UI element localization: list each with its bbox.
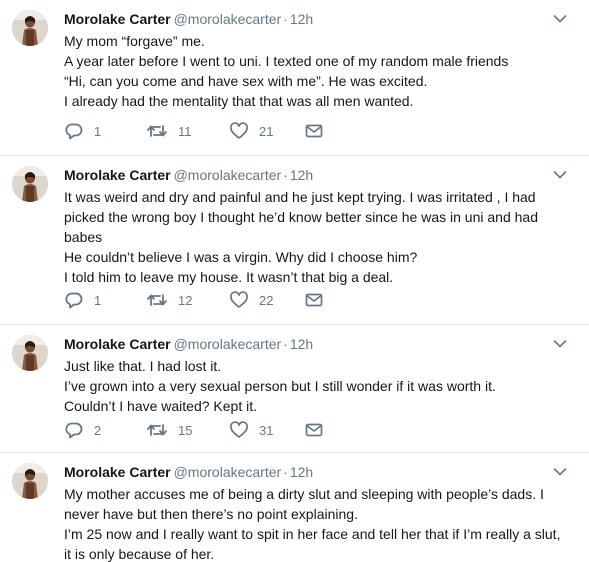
- direct-message-button[interactable]: [305, 420, 323, 440]
- tweet-text: It was weird and dry and painful and he …: [64, 187, 564, 287]
- retweet-icon: [147, 424, 167, 436]
- tweet-header: Morolake Carter @morolakecarter · 12h: [64, 166, 313, 184]
- tweet-text-line: He couldn’t believe I was a virgin. Why …: [64, 249, 418, 265]
- timestamp[interactable]: 12h: [290, 464, 313, 480]
- direct-message-button[interactable]: [305, 121, 323, 141]
- tweet[interactable]: Morolake Carter @morolakecarter · 12h Just …: [0, 325, 589, 453]
- heart-icon: [230, 291, 248, 308]
- tweet-text-line: Just like that. I had lost it.: [64, 358, 222, 374]
- reply-icon: [65, 422, 83, 439]
- avatar[interactable]: [12, 166, 48, 202]
- like-button[interactable]: 21: [229, 121, 273, 141]
- retweet-icon: [147, 294, 167, 306]
- envelope-icon: [305, 293, 323, 307]
- tweet-text: My mother accuses me of being a dirty sl…: [64, 484, 564, 562]
- reply-count: 1: [94, 123, 102, 139]
- tweet[interactable]: Morolake Carter @morolakecarter · 12h My mo…: [0, 453, 589, 562]
- separator-dot: ·: [283, 11, 288, 27]
- tweet-text-line: never have but then there’s no point exp…: [64, 506, 358, 522]
- tweet-header: Morolake Carter @morolakecarter · 12h: [64, 335, 313, 353]
- reply-button[interactable]: 1: [64, 121, 101, 141]
- avatar[interactable]: [12, 10, 48, 46]
- reply-count: 1: [94, 292, 102, 308]
- retweet-button[interactable]: 15: [146, 420, 192, 440]
- tweet-text-line: I already had the mentality that that wa…: [64, 93, 414, 109]
- retweet-count: 15: [178, 422, 193, 438]
- timestamp[interactable]: 12h: [290, 167, 313, 183]
- tweet-text-line: My mother accuses me of being a dirty sl…: [64, 486, 544, 502]
- heart-icon: [230, 421, 248, 438]
- tweet-text-line: My mom “forgave” me.: [64, 33, 205, 49]
- reply-button[interactable]: 1: [64, 290, 101, 310]
- tweet-text-line: it is only because of her.: [64, 546, 215, 562]
- tweet-header: Morolake Carter @morolakecarter · 12h: [64, 10, 313, 28]
- timestamp[interactable]: 12h: [290, 11, 313, 27]
- tweet-thread: Morolake Carter @morolakecarter · 12h My mo…: [0, 0, 589, 562]
- separator-dot: ·: [283, 167, 288, 183]
- tweet-text-line: I’ve grown into a very sexual person but…: [64, 378, 496, 394]
- author-name[interactable]: Morolake Carter: [64, 11, 171, 27]
- envelope-icon: [305, 423, 323, 437]
- tweet-text-line: “Hi, can you come and have sex with me”.…: [64, 73, 428, 89]
- avatar[interactable]: [12, 463, 48, 499]
- retweet-button[interactable]: 11: [146, 121, 192, 141]
- author-name[interactable]: Morolake Carter: [64, 464, 171, 480]
- separator-dot: ·: [283, 336, 288, 352]
- tweet[interactable]: Morolake Carter @morolakecarter · 12h It wa…: [0, 156, 589, 325]
- chevron-down-icon[interactable]: [553, 14, 567, 24]
- author-handle[interactable]: @morolakecarter: [174, 464, 282, 480]
- tweet-text-line: It was weird and dry and painful and he …: [64, 189, 536, 205]
- tweet-header: Morolake Carter @morolakecarter · 12h: [64, 463, 313, 481]
- tweet[interactable]: Morolake Carter @morolakecarter · 12h My mo…: [0, 0, 589, 156]
- tweet-text-line: Couldn’t I have waited? Kept it.: [64, 398, 258, 414]
- tweet-text-line: babes: [64, 229, 103, 245]
- direct-message-button[interactable]: [305, 290, 323, 310]
- envelope-icon: [305, 124, 323, 138]
- like-count: 21: [259, 123, 274, 139]
- tweet-text-line: I told him to leave my house. It wasn’t …: [64, 269, 394, 285]
- tweet-text: Just like that. I had lost it. I’ve grow…: [64, 356, 564, 416]
- like-button[interactable]: 22: [229, 290, 273, 310]
- chevron-down-icon[interactable]: [553, 467, 567, 477]
- tweet-text-line: A year later before I went to uni. I tex…: [64, 53, 509, 69]
- author-handle[interactable]: @morolakecarter: [174, 167, 282, 183]
- like-button[interactable]: 31: [229, 420, 273, 440]
- author-handle[interactable]: @morolakecarter: [174, 336, 282, 352]
- retweet-button[interactable]: 12: [146, 290, 192, 310]
- reply-icon: [65, 123, 83, 140]
- like-count: 31: [259, 422, 274, 438]
- like-count: 22: [259, 292, 274, 308]
- separator-dot: ·: [283, 464, 288, 480]
- avatar[interactable]: [12, 335, 48, 371]
- author-name[interactable]: Morolake Carter: [64, 167, 171, 183]
- timestamp[interactable]: 12h: [290, 336, 313, 352]
- heart-icon: [230, 122, 248, 139]
- tweet-text-line: picked the wrong boy I thought he’d know…: [64, 209, 538, 225]
- reply-button[interactable]: 2: [64, 420, 101, 440]
- chevron-down-icon[interactable]: [553, 339, 567, 349]
- author-handle[interactable]: @morolakecarter: [174, 11, 282, 27]
- reply-icon: [65, 292, 83, 309]
- tweet-text: My mom “forgave” me. A year later before…: [64, 31, 564, 111]
- retweet-icon: [147, 125, 167, 137]
- author-name[interactable]: Morolake Carter: [64, 336, 171, 352]
- chevron-down-icon[interactable]: [553, 170, 567, 180]
- reply-count: 2: [94, 422, 102, 438]
- tweet-text-line: I’m 25 now and I really want to spit in …: [64, 526, 561, 542]
- retweet-count: 12: [178, 292, 193, 308]
- retweet-count: 11: [178, 123, 192, 139]
